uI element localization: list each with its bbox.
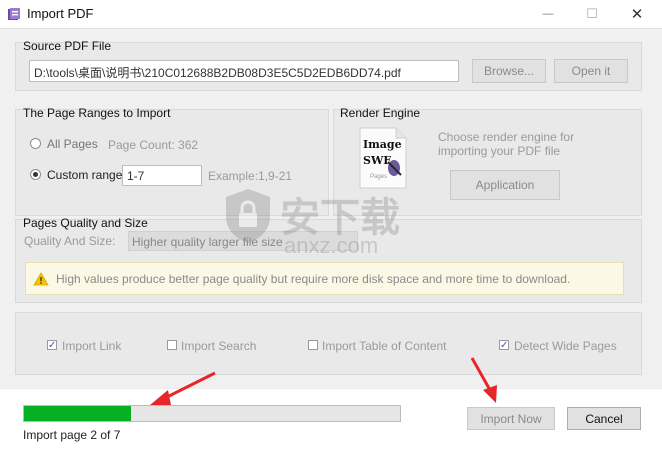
- red-arrow-import: [470, 357, 497, 403]
- red-arrow-progress: [150, 371, 216, 405]
- annotation-arrows: [150, 357, 497, 405]
